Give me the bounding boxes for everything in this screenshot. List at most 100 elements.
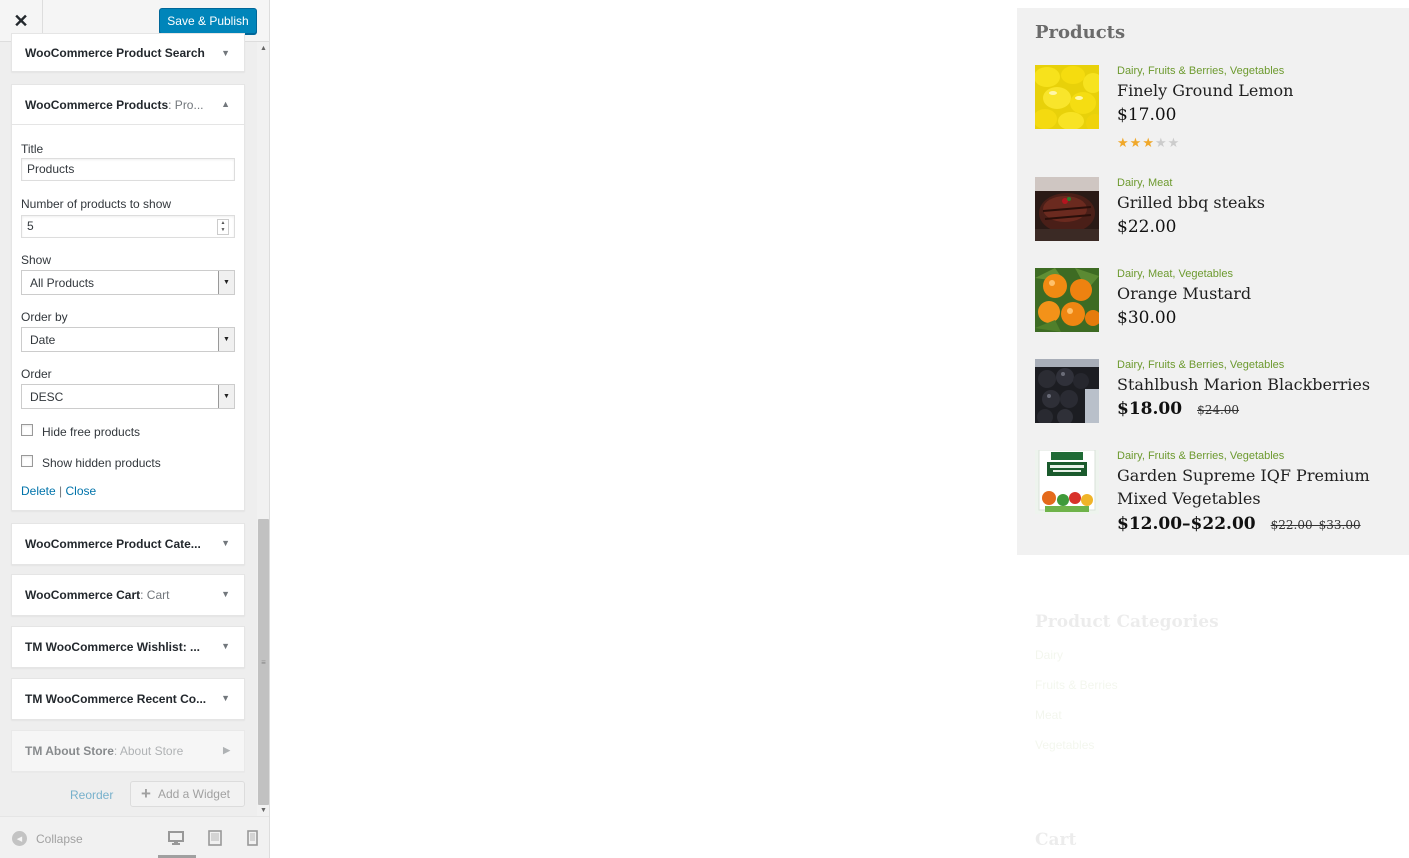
product-thumbnail[interactable] [1035, 177, 1099, 241]
widget-cart[interactable]: WooCommerce Cart: Cart ▼ [11, 574, 245, 616]
product-item[interactable]: Dairy, Fruits & Berries, Vegetables Fine… [1035, 65, 1395, 155]
product-name[interactable]: Garden Supreme IQF Premium Mixed Vegetab… [1117, 464, 1387, 510]
collapse-button[interactable]: ◀ Collapse [12, 831, 83, 846]
show-hidden-label: Show hidden products [42, 456, 161, 470]
product-item[interactable]: Dairy, Fruits & Berries, Vegetables Gard… [1035, 450, 1395, 540]
widget-subtitle: : Cart [140, 588, 170, 602]
category-link[interactable]: Meat [1035, 708, 1219, 722]
product-name[interactable]: Grilled bbq steaks [1117, 191, 1387, 214]
star-icon: ★ [1142, 135, 1154, 150]
widget-product-categories[interactable]: WooCommerce Product Cate... ▼ [11, 523, 245, 565]
product-price-row: $30.00 [1117, 308, 1176, 328]
product-categories[interactable]: Dairy, Fruits & Berries, Vegetables [1117, 65, 1284, 77]
number-stepper[interactable]: ▲ ▼ [217, 219, 229, 235]
chevron-down-icon: ▼ [218, 328, 234, 351]
widget-header[interactable]: WooCommerce Product Search ▼ [12, 34, 244, 72]
scroll-down-arrow[interactable]: ▼ [257, 804, 269, 816]
widget-header[interactable]: WooCommerce Products: Pro... ▲ [12, 85, 244, 125]
product-price-row: $12.00–$22.00 $22.00–$33.00 [1117, 514, 1361, 534]
product-categories[interactable]: Dairy, Meat [1117, 177, 1172, 189]
title-input[interactable]: Products [21, 158, 235, 181]
widget-header[interactable]: TM About Store: About Store ▶ [12, 731, 244, 771]
order-label: Order [21, 367, 52, 381]
widget-header[interactable]: WooCommerce Cart: Cart ▼ [12, 575, 244, 615]
show-select[interactable]: All Products ▼ [21, 270, 235, 295]
widget-title: WooCommerce Cart [25, 588, 141, 602]
product-thumbnail[interactable] [1035, 450, 1099, 514]
star-rating: ★ ★ ★ ★ ★ [1117, 135, 1179, 151]
orderby-select[interactable]: Date ▼ [21, 327, 235, 352]
product-name[interactable]: Stahlbush Marion Blackberries [1117, 373, 1387, 396]
title-label: Title [21, 142, 44, 156]
widget-header[interactable]: TM WooCommerce Wishlist: ... ▼ [12, 627, 244, 667]
add-widget-label: Add a Widget [157, 787, 230, 801]
show-hidden-checkbox[interactable] [21, 455, 33, 467]
desktop-icon[interactable] [168, 830, 184, 846]
product-price: $30.00 [1117, 308, 1177, 328]
chevron-up-icon[interactable]: ▲ [221, 99, 230, 109]
chevron-down-icon: ▼ [218, 271, 234, 294]
close-link[interactable]: Close [66, 484, 97, 498]
product-thumbnail[interactable] [1035, 359, 1099, 423]
order-value: DESC [30, 390, 64, 404]
sidebar-footer: ◀ Collapse [0, 816, 269, 858]
widget-title: WooCommerce Products [25, 97, 169, 112]
orderby-label: Order by [21, 310, 68, 324]
category-link[interactable]: Fruits & Berries [1035, 678, 1219, 692]
product-categories[interactable]: Dairy, Fruits & Berries, Vegetables [1117, 450, 1284, 462]
orderby-value: Date [30, 333, 56, 347]
chevron-right-icon[interactable]: ▶ [223, 745, 230, 756]
star-icon: ★ [1167, 135, 1180, 150]
product-price-row: $17.00 [1117, 105, 1176, 125]
close-icon: ✕ [13, 10, 29, 31]
categories-list: Dairy Fruits & Berries Meat Vegetables [1035, 648, 1219, 752]
cart-widget-title: Cart [1035, 830, 1077, 850]
product-sale-price: $12.00–$22.00 [1117, 514, 1256, 534]
mobile-icon[interactable] [247, 830, 258, 846]
products-widget-title: Products [1035, 22, 1126, 43]
chevron-down-icon: ▼ [218, 385, 234, 408]
product-categories-widget-preview: Product Categories Dairy Fruits & Berrie… [1035, 612, 1219, 752]
product-thumbnail[interactable] [1035, 65, 1099, 129]
order-select[interactable]: DESC ▼ [21, 384, 235, 409]
product-name[interactable]: Orange Mustard [1117, 282, 1387, 305]
save-publish-button[interactable]: Save & Publish [159, 8, 257, 34]
widget-about-store[interactable]: TM About Store: About Store ▶ [11, 730, 245, 772]
product-categories[interactable]: Dairy, Fruits & Berries, Vegetables [1117, 359, 1284, 371]
widget-recent[interactable]: TM WooCommerce Recent Co... ▼ [11, 678, 245, 720]
add-widget-button[interactable]: + Add a Widget [130, 781, 245, 807]
number-input[interactable]: 5 ▲ ▼ [21, 215, 235, 238]
scroll-up-arrow[interactable]: ▲ [257, 42, 269, 54]
chevron-down-icon[interactable]: ▼ [221, 48, 230, 58]
site-preview: Products Dairy, Fruits & Berries, Vegeta… [271, 0, 1409, 858]
product-item[interactable]: Dairy, Meat, Vegetables Orange Mustard $… [1035, 268, 1395, 338]
hide-free-label: Hide free products [42, 425, 141, 439]
chevron-down-icon[interactable]: ▼ [221, 538, 230, 548]
widget-header[interactable]: TM WooCommerce Recent Co... ▼ [12, 679, 244, 719]
separator: | [59, 484, 63, 498]
widget-wishlist[interactable]: TM WooCommerce Wishlist: ... ▼ [11, 626, 245, 668]
tablet-icon[interactable] [208, 830, 222, 846]
product-item[interactable]: Dairy, Meat Grilled bbq steaks $22.00 [1035, 177, 1395, 247]
product-old-price: $22.00–$33.00 [1270, 518, 1361, 532]
category-link[interactable]: Dairy [1035, 648, 1219, 662]
chevron-down-icon[interactable]: ▼ [221, 641, 230, 651]
sidebar-scrollbar[interactable]: ▲ ≡ ▼ [257, 42, 269, 816]
show-label: Show [21, 253, 52, 267]
scrollbar-thumb[interactable]: ≡ [258, 519, 269, 805]
reorder-link[interactable]: Reorder [70, 788, 113, 802]
widget-product-search[interactable]: WooCommerce Product Search ▼ [11, 33, 245, 72]
product-name[interactable]: Finely Ground Lemon [1117, 79, 1387, 102]
chevron-down-icon[interactable]: ▼ [221, 693, 230, 703]
category-link[interactable]: Vegetables [1035, 738, 1219, 752]
product-sale-price: $18.00 [1117, 399, 1183, 419]
product-thumbnail[interactable] [1035, 268, 1099, 332]
customizer-sidebar: ✕ Save & Publish WooCommerce Product Sea… [0, 0, 270, 858]
hide-free-checkbox[interactable] [21, 424, 33, 436]
product-item[interactable]: Dairy, Fruits & Berries, Vegetables Stah… [1035, 359, 1395, 429]
product-categories[interactable]: Dairy, Meat, Vegetables [1117, 268, 1233, 280]
collapse-icon: ◀ [12, 831, 27, 846]
delete-link[interactable]: Delete [21, 484, 56, 498]
widget-header[interactable]: WooCommerce Product Cate... ▼ [12, 524, 244, 564]
chevron-down-icon[interactable]: ▼ [221, 589, 230, 599]
